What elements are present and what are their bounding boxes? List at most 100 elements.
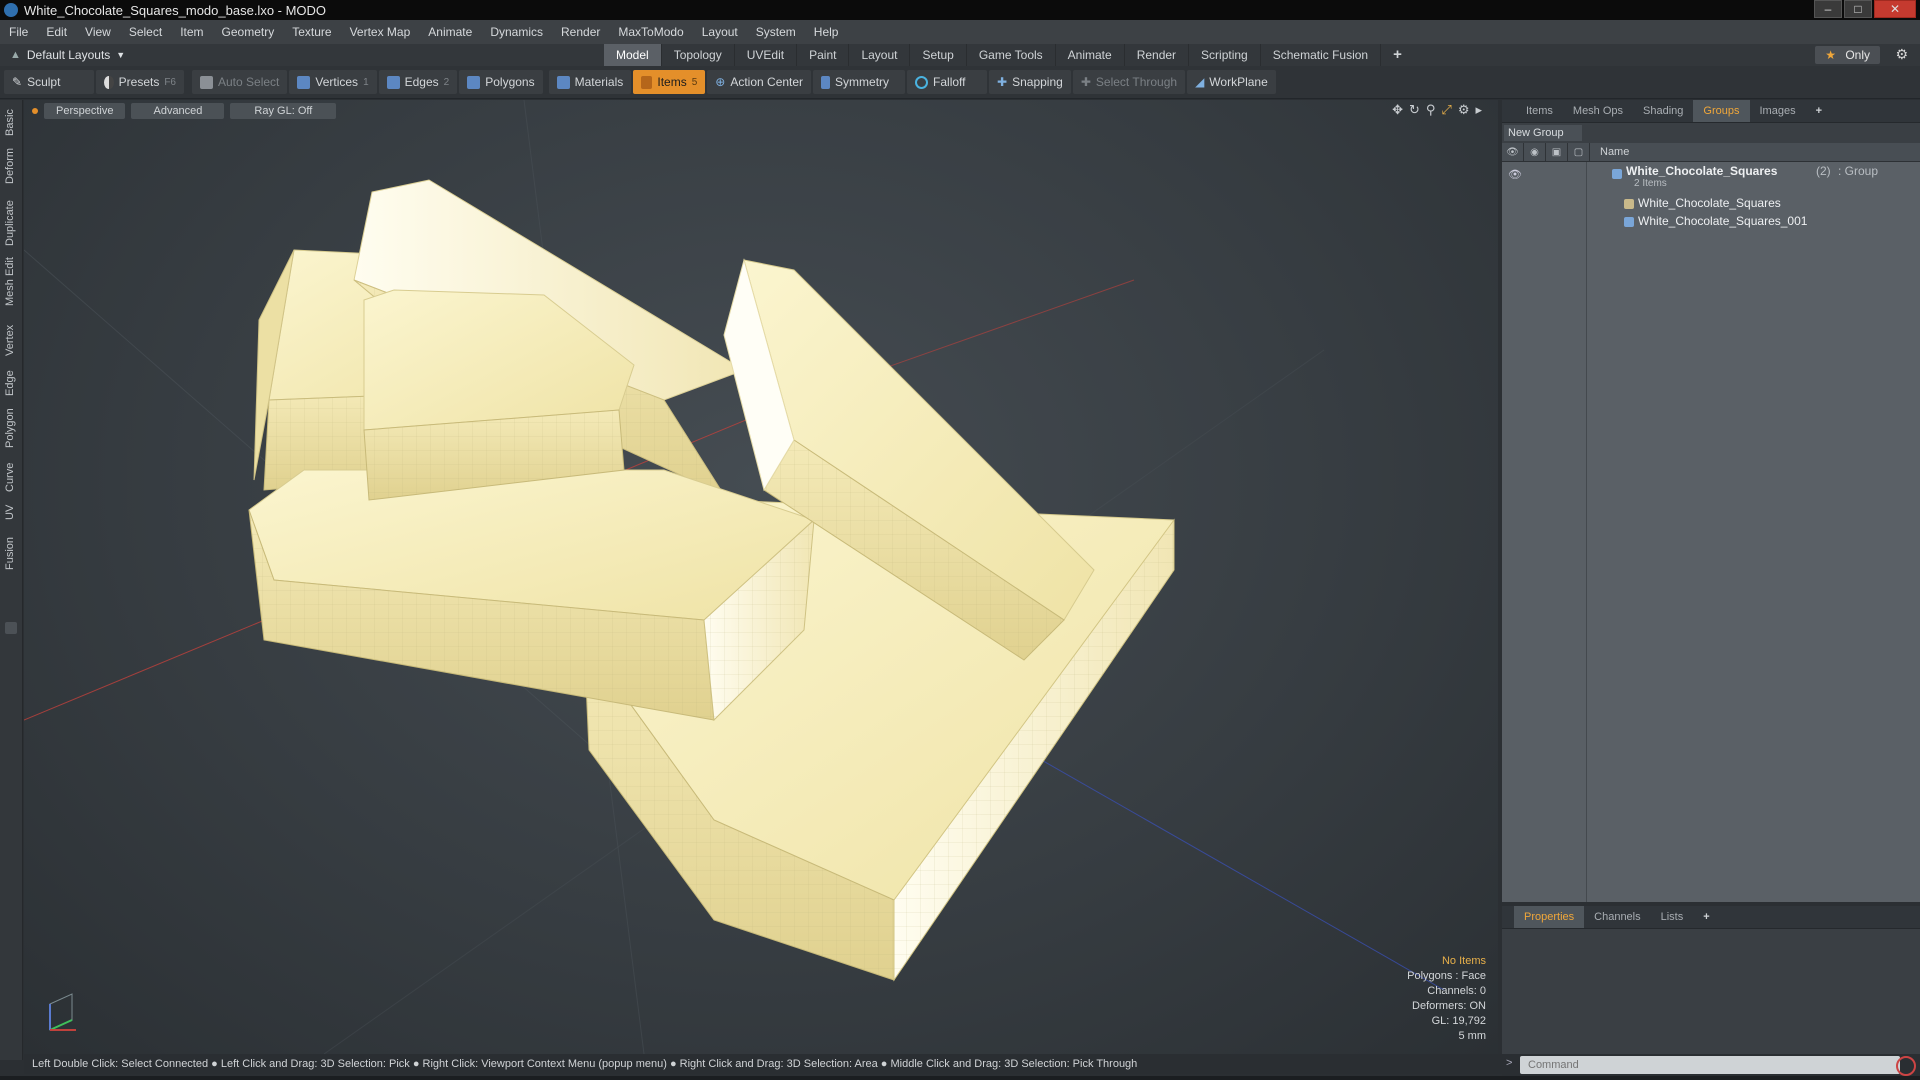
add-tab-button[interactable]: + xyxy=(1381,44,1414,66)
tab-layout[interactable]: Layout xyxy=(849,44,911,66)
tab-lists[interactable]: Lists xyxy=(1651,906,1694,928)
collapse-icon[interactable]: ▲ xyxy=(10,49,21,61)
materials-label: Materials xyxy=(574,75,624,89)
group-icon xyxy=(1624,214,1639,228)
materials-button[interactable]: Materials xyxy=(548,70,632,94)
select-through-button[interactable]: ✚ Select Through xyxy=(1072,70,1186,94)
polygons-label: Polygons xyxy=(485,75,535,89)
edges-button[interactable]: Edges 2 xyxy=(378,70,458,94)
menu-render[interactable]: Render xyxy=(552,25,609,39)
lock-column-icon[interactable]: ▣ xyxy=(1546,143,1568,161)
menu-dynamics[interactable]: Dynamics xyxy=(481,25,552,39)
menu-edit[interactable]: Edit xyxy=(37,25,76,39)
group-icon xyxy=(1612,166,1627,180)
snapping-button[interactable]: ✚ Snapping xyxy=(989,70,1071,94)
only-button[interactable]: ★ Only xyxy=(1815,46,1880,64)
tab-items[interactable]: Items xyxy=(1502,100,1563,122)
maximize-button[interactable]: □ xyxy=(1844,0,1872,18)
symmetry-button[interactable]: Symmetry xyxy=(813,70,906,94)
workplane-button[interactable]: ◢ WorkPlane xyxy=(1187,70,1276,94)
symmetry-icon xyxy=(821,75,831,89)
menu-file[interactable]: File xyxy=(0,25,37,39)
vtab-label: Deform xyxy=(4,147,16,184)
add-panel-tab-button[interactable]: + xyxy=(1806,100,1832,122)
chocolate-square-middle-left[interactable] xyxy=(248,469,815,722)
record-icon[interactable] xyxy=(1896,1056,1916,1076)
menu-maxtomodo[interactable]: MaxToModo xyxy=(609,25,692,39)
action-center-button[interactable]: ⊕ Action Center xyxy=(707,70,812,94)
snap-icon: ✚ xyxy=(997,75,1008,89)
presets-icon xyxy=(104,75,114,89)
add-properties-tab-button[interactable]: + xyxy=(1693,906,1719,928)
presets-button[interactable]: Presets F6 xyxy=(96,70,184,94)
menu-vertex-map[interactable]: Vertex Map xyxy=(341,25,420,39)
tab-scripting[interactable]: Scripting xyxy=(1189,44,1261,66)
vertices-button[interactable]: Vertices 1 xyxy=(289,70,377,94)
menu-select[interactable]: Select xyxy=(120,25,171,39)
tab-uvedit[interactable]: UVEdit xyxy=(735,44,798,66)
gear-icon[interactable]: ⚙ xyxy=(1895,46,1908,63)
status-bar: Left Double Click: Select Connected ● Le… xyxy=(24,1054,1506,1074)
tab-render[interactable]: Render xyxy=(1125,44,1190,66)
tab-setup[interactable]: Setup xyxy=(910,44,967,66)
only-label: Only xyxy=(1845,48,1870,62)
list-item[interactable]: White_Chocolate_Squares xyxy=(1502,196,1920,214)
render-column-icon[interactable]: ◉ xyxy=(1524,143,1546,161)
menu-item[interactable]: Item xyxy=(171,25,212,39)
scene-canvas xyxy=(24,100,1445,1054)
sculpt-label: Sculpt xyxy=(27,75,61,89)
sculpt-button[interactable]: ✎ Sculpt xyxy=(4,70,94,94)
eye-icon[interactable]: 👁 xyxy=(1508,168,1522,181)
tab-groups[interactable]: Groups xyxy=(1693,100,1750,122)
falloff-button[interactable]: Falloff xyxy=(907,70,988,94)
command-bar: > xyxy=(1502,1054,1920,1076)
menu-geometry[interactable]: Geometry xyxy=(213,25,284,39)
tab-schematic-fusion[interactable]: Schematic Fusion xyxy=(1261,44,1382,66)
list-item-group[interactable]: 👁 White_Chocolate_Squares (2) : Group 2 … xyxy=(1502,164,1920,194)
visibility-column-icon[interactable]: 👁 xyxy=(1502,143,1524,161)
menu-help[interactable]: Help xyxy=(805,25,848,39)
menu-view[interactable]: View xyxy=(76,25,120,39)
tab-toggle-icon[interactable] xyxy=(5,622,17,634)
tab-shading[interactable]: Shading xyxy=(1633,100,1693,122)
3d-viewport[interactable]: Perspective Advanced Ray GL: Off ✥ ↻ ⚲ ⤢… xyxy=(24,100,1498,1054)
select-column-icon[interactable]: ▢ xyxy=(1568,143,1590,161)
new-group-button[interactable]: New Group xyxy=(1504,125,1582,141)
menu-system[interactable]: System xyxy=(747,25,805,39)
list-item[interactable]: White_Chocolate_Squares_001 xyxy=(1502,214,1920,232)
vtab-label: Vertex xyxy=(4,324,16,356)
layout-bar: ▲ Default Layouts ▼ Model Topology UVEdi… xyxy=(0,44,1920,66)
polygons-button[interactable]: Polygons xyxy=(459,70,543,94)
tab-properties[interactable]: Properties xyxy=(1514,906,1585,928)
vtab-label: Edge xyxy=(4,370,16,396)
auto-select-button[interactable]: Auto Select xyxy=(192,70,288,94)
selection-status: No Items xyxy=(1441,955,1486,967)
child-name: White_Chocolate_Squares xyxy=(1638,196,1781,210)
tab-images[interactable]: Images xyxy=(1750,100,1806,122)
tab-topology[interactable]: Topology xyxy=(662,44,735,66)
vtab-label: Basic xyxy=(4,109,16,136)
vtab-label: Polygon xyxy=(4,408,16,448)
close-button[interactable]: ✕ xyxy=(1874,0,1916,18)
groups-panel: Items Mesh Ops Shading Groups Images + N… xyxy=(1502,100,1920,902)
name-column-header[interactable]: Name xyxy=(1590,146,1629,158)
tab-paint[interactable]: Paint xyxy=(797,44,850,66)
tab-channels[interactable]: Channels xyxy=(1584,906,1650,928)
minimize-button[interactable]: – xyxy=(1814,0,1842,18)
tab-game-tools[interactable]: Game Tools xyxy=(967,44,1056,66)
select-through-label: Select Through xyxy=(1095,75,1178,89)
tab-mesh-ops[interactable]: Mesh Ops xyxy=(1563,100,1633,122)
mode-tabs: Model Topology UVEdit Paint Layout Setup… xyxy=(604,44,1414,66)
menu-animate[interactable]: Animate xyxy=(419,25,481,39)
menu-layout[interactable]: Layout xyxy=(693,25,747,39)
tab-model[interactable]: Model xyxy=(604,44,662,66)
bottom-edge xyxy=(0,1076,1920,1080)
select-through-icon: ✚ xyxy=(1080,75,1091,89)
menu-texture[interactable]: Texture xyxy=(283,25,340,39)
items-button[interactable]: Items 5 xyxy=(633,70,706,94)
child-name: White_Chocolate_Squares_001 xyxy=(1638,214,1808,228)
command-input[interactable] xyxy=(1520,1056,1900,1074)
vtab-label: Curve xyxy=(4,462,16,492)
default-layouts-dropdown[interactable]: ▲ Default Layouts ▼ xyxy=(0,48,125,62)
tab-animate[interactable]: Animate xyxy=(1056,44,1125,66)
